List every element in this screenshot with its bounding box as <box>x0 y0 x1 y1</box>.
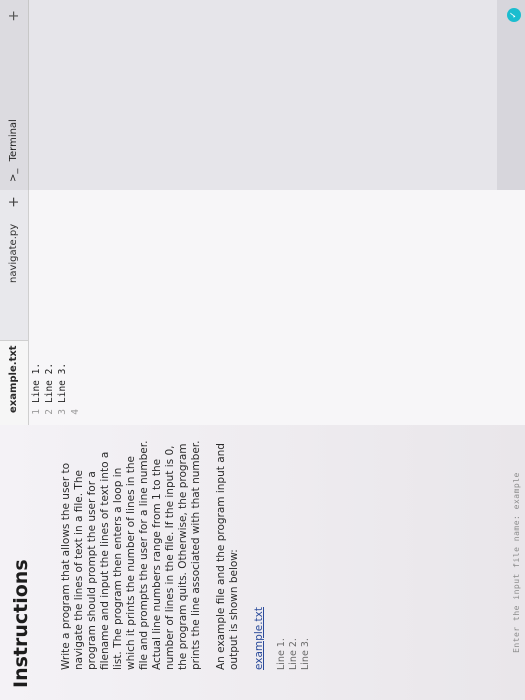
terminal-tab[interactable]: >_ Terminal <box>0 119 28 182</box>
line-text: Line 2. <box>44 362 55 403</box>
example-file-link[interactable]: example.txt <box>253 440 266 670</box>
example-line: Line 1. <box>276 638 287 670</box>
tab-example-txt[interactable]: example.txt <box>0 340 28 425</box>
editor-panel: example.txt navigate.py + 1 Line 1. 2 Li… <box>0 189 525 425</box>
line-text: Line 1. <box>31 362 42 403</box>
line-number: 4 <box>70 409 81 415</box>
instructions-body: Write a program that allows the user to … <box>60 440 312 670</box>
terminal-panel: >_ Terminal + ✓ <box>0 0 525 190</box>
bottom-strip: ✓ <box>497 0 525 190</box>
instructions-paragraph-1: Write a program that allows the user to … <box>60 440 202 670</box>
line-number: 1 <box>31 409 42 415</box>
line-text: Line 3. <box>57 362 68 403</box>
code-line: 4 <box>69 190 82 425</box>
code-line: 1 Line 1. <box>30 190 43 425</box>
screen-photo: Instructions Write a program that allows… <box>0 0 525 700</box>
terminal-label: Terminal <box>8 119 19 162</box>
example-line: Line 3. <box>300 638 311 670</box>
line-number: 2 <box>44 409 55 415</box>
terminal-icon: >_ <box>8 168 19 182</box>
example-line: Line 2. <box>288 638 299 670</box>
add-tab-button[interactable]: + <box>0 194 28 210</box>
instructions-paragraph-2: An example file and the program input an… <box>215 443 240 670</box>
new-terminal-button[interactable]: + <box>0 10 28 22</box>
input-hint: Enter the input file name: example <box>512 472 521 653</box>
code-line: 3 Line 3. <box>56 190 69 425</box>
terminal-header: >_ Terminal + <box>0 0 29 190</box>
rotated-screen: Instructions Write a program that allows… <box>0 0 525 700</box>
code-line: 2 Line 2. <box>43 190 56 425</box>
example-lines: Line 1. Line 2. Line 3. <box>276 440 312 670</box>
code-editor[interactable]: 1 Line 1. 2 Line 2. 3 Line 3. 4 <box>30 190 525 425</box>
editor-tabbar: example.txt navigate.py + <box>0 190 29 425</box>
status-icon[interactable]: ✓ <box>507 8 521 22</box>
instructions-title: Instructions <box>10 559 32 688</box>
line-number: 3 <box>57 409 68 415</box>
instructions-panel: Instructions Write a program that allows… <box>0 424 525 700</box>
